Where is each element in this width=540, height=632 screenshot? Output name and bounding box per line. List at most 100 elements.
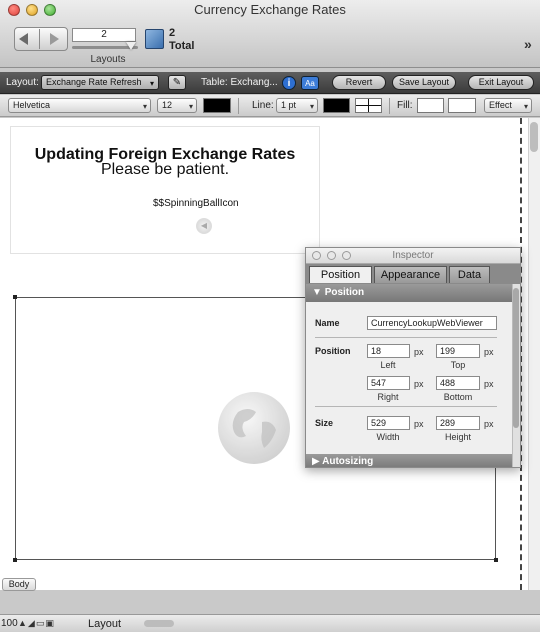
zoom-out-icon[interactable]: ▲ xyxy=(18,618,28,628)
next-layout-icon[interactable] xyxy=(50,33,59,45)
inspector-body: Name CurrencyLookupWebViewer Position 18… xyxy=(306,302,512,454)
selection-handle[interactable] xyxy=(13,558,17,562)
layout-bar: Layout: Exchange Rate Refresh ▾ ✎ Table:… xyxy=(0,72,540,94)
mode-label[interactable]: Layout xyxy=(88,618,121,630)
top-caption: Top xyxy=(450,360,466,370)
divider xyxy=(315,406,497,407)
toolbar-toggle-icon[interactable]: ▭ xyxy=(36,618,46,628)
revert-button[interactable]: Revert xyxy=(332,75,386,90)
effect-popup[interactable]: Effect ▾ xyxy=(484,98,532,113)
width-field[interactable]: 529 xyxy=(367,416,410,430)
layout-total-label: Total xyxy=(169,40,195,52)
layout-number-field[interactable]: 2 xyxy=(72,28,136,42)
right-caption: Right xyxy=(377,392,399,402)
zoom-controls[interactable]: ▲◢▭▣ xyxy=(18,618,55,629)
tab-position[interactable]: Position xyxy=(309,266,372,283)
book-spine-icon xyxy=(39,29,40,49)
name-label: Name xyxy=(315,318,340,328)
font-popup-value: Helvetica xyxy=(13,100,51,110)
horizontal-scroll-thumb[interactable] xyxy=(144,620,174,627)
fill-color-swatch[interactable] xyxy=(448,98,476,113)
status-toggle-icon[interactable]: ▣ xyxy=(45,618,55,628)
position-section-header[interactable]: ▼ Position xyxy=(306,284,512,302)
layout-slider-thumb[interactable] xyxy=(126,42,136,50)
right-field[interactable]: 547 xyxy=(367,376,410,390)
autosizing-section-title: Autosizing xyxy=(322,456,374,467)
layout-count-icon xyxy=(145,29,164,49)
selection-handle[interactable] xyxy=(13,295,17,299)
width-unit: px xyxy=(414,419,424,429)
line-color-swatch[interactable] xyxy=(323,98,350,113)
width-caption: Width xyxy=(376,432,400,442)
bottom-unit: px xyxy=(484,379,494,389)
layout-count: 2 xyxy=(169,27,176,39)
divider xyxy=(389,98,390,114)
spinning-ball-icon[interactable]: ◀ xyxy=(196,218,212,234)
object-name-field[interactable]: CurrencyLookupWebViewer xyxy=(367,316,497,330)
border-cross-icon xyxy=(356,99,381,112)
manage-layouts-pencil-button[interactable]: ✎ xyxy=(168,75,186,90)
pencil-icon: ✎ xyxy=(172,77,182,88)
toolbar-overflow-icon[interactable]: » xyxy=(524,36,532,52)
vertical-scrollbar[interactable] xyxy=(528,118,540,590)
tab-appearance[interactable]: Appearance xyxy=(374,266,447,283)
font-size-value: 12 xyxy=(162,100,173,110)
layout-popup[interactable]: Exchange Rate Refresh ▾ xyxy=(41,75,159,90)
vertical-scroll-thumb[interactable] xyxy=(530,122,538,152)
globe-landmass-icon xyxy=(232,409,276,448)
table-label: Table: Exchang... xyxy=(201,77,278,88)
bottom-field[interactable]: 488 xyxy=(436,376,480,390)
divider xyxy=(238,98,239,114)
bottom-caption: Bottom xyxy=(443,392,473,402)
zoom-level[interactable]: 100 xyxy=(1,618,18,629)
spinning-ball-merge-field[interactable]: $$SpinningBallIcon xyxy=(153,198,239,209)
line-width-value: 1 pt xyxy=(281,100,297,110)
format-painter-button[interactable]: Aa xyxy=(301,76,319,90)
chevron-down-icon: ▾ xyxy=(149,79,154,88)
tab-data[interactable]: Data xyxy=(449,266,490,283)
right-unit: px xyxy=(414,379,424,389)
exit-layout-button[interactable]: Exit Layout xyxy=(468,75,534,90)
height-caption: Height xyxy=(444,432,471,442)
left-caption: Left xyxy=(380,360,396,370)
web-viewer-globe-icon xyxy=(218,392,290,464)
save-layout-button[interactable]: Save Layout xyxy=(392,75,456,90)
top-field[interactable]: 199 xyxy=(436,344,480,358)
chevron-down-icon: ▾ xyxy=(523,102,528,111)
font-popup[interactable]: Helvetica ▾ xyxy=(8,98,151,113)
height-unit: px xyxy=(484,419,494,429)
line-width-popup[interactable]: 1 pt ▾ xyxy=(276,98,318,113)
divider xyxy=(315,337,497,338)
inspector-palette: Inspector Position Appearance Data ▼ Pos… xyxy=(305,247,521,468)
previous-layout-icon[interactable] xyxy=(19,33,28,45)
border-sides-button[interactable] xyxy=(355,98,382,113)
text-color-swatch[interactable] xyxy=(203,98,231,113)
font-size-popup[interactable]: 12 ▾ xyxy=(157,98,197,113)
line-label: Line: xyxy=(252,100,274,111)
effect-label: Effect xyxy=(489,100,512,110)
left-field[interactable]: 18 xyxy=(367,344,410,358)
autosizing-section-header[interactable]: ▶ Autosizing xyxy=(306,454,512,467)
body-part-label[interactable]: Body xyxy=(2,578,36,591)
inspector-titlebar[interactable]: Inspector xyxy=(306,248,520,264)
disclosure-right-icon: ▶ xyxy=(312,456,320,467)
inspector-info-button[interactable]: i xyxy=(282,76,296,90)
window-title: Currency Exchange Rates xyxy=(194,2,346,17)
size-label: Size xyxy=(315,418,334,428)
layout-label: Layout: xyxy=(6,77,39,88)
selection-handle[interactable] xyxy=(494,558,498,562)
left-unit: px xyxy=(414,347,424,357)
fill-label: Fill: xyxy=(397,100,413,111)
chevron-down-icon: ▾ xyxy=(188,102,193,111)
loading-subtitle[interactable]: Please be patient. xyxy=(10,161,320,179)
inspector-scroll-thumb[interactable] xyxy=(513,288,519,428)
format-bar: Helvetica ▾ 12 ▾ Line: 1 pt ▾ Fill: Effe… xyxy=(0,95,540,117)
fill-pattern-swatch[interactable] xyxy=(417,98,444,113)
zoom-in-icon[interactable]: ◢ xyxy=(28,618,36,628)
disclosure-down-icon: ▼ xyxy=(312,287,322,298)
chevron-down-icon: ▾ xyxy=(309,102,314,111)
height-field[interactable]: 289 xyxy=(436,416,480,430)
layout-navigation-book[interactable] xyxy=(14,27,68,51)
position-section-title: Position xyxy=(324,287,365,298)
inspector-tabs: Position Appearance Data xyxy=(306,264,520,284)
